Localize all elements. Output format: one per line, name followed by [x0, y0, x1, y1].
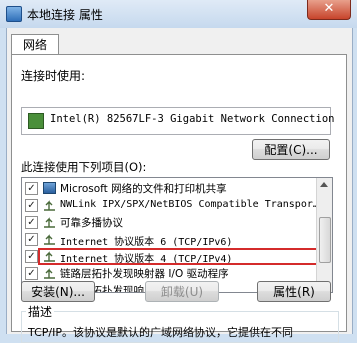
adapter-display: Intel(R) 82567LF-3 Gigabit Network Conne…	[21, 107, 335, 135]
protocol-icon	[44, 217, 55, 228]
network-tab-panel: 连接时使用: Intel(R) 82567LF-3 Gigabit Networ…	[11, 54, 347, 343]
item-label: 链路层拓扑发现映射器 I/O 驱动程序	[60, 268, 229, 280]
item-label: Microsoft 网络的文件和打印机共享	[60, 183, 227, 195]
properties-button[interactable]: 属性(R)	[257, 281, 331, 302]
network-service-icon	[43, 182, 56, 194]
item-label: 可靠多播协议	[60, 217, 123, 229]
description-text: TCP/IP。该协议是默认的广域网络协议，它提供在不同	[28, 326, 293, 339]
install-button[interactable]: 安装(N)...	[21, 281, 95, 302]
scroll-up-icon[interactable]	[320, 182, 328, 187]
list-item-selected[interactable]: ✓ Internet 协议版本 4 (TCP/IPv4)	[22, 248, 324, 265]
uninstall-button[interactable]: 卸载(U)	[145, 281, 219, 302]
item-label: Internet 协议版本 6 (TCP/IPv6)	[60, 237, 233, 248]
connect-using-label: 连接时使用:	[21, 69, 86, 83]
checkbox[interactable]: ✓	[25, 250, 38, 263]
window-title: 本地连接 属性	[27, 8, 103, 22]
item-label: NWLink IPX/SPX/NetBIOS Compatible Transp…	[60, 199, 319, 210]
checkbox[interactable]: ✓	[25, 216, 38, 229]
protocol-icon	[44, 200, 55, 211]
adapter-name: Intel(R) 82567LF-3 Gigabit Network Conne…	[50, 113, 335, 125]
checkbox[interactable]: ✓	[25, 199, 38, 212]
scroll-thumb[interactable]	[319, 217, 331, 263]
items-label: 此连接使用下列项目(O):	[21, 160, 147, 174]
list-item[interactable]: ✓ 可靠多播协议	[22, 214, 317, 231]
list-item[interactable]: ✓ 链路层拓扑发现映射器 I/O 驱动程序	[22, 265, 317, 282]
list-item[interactable]: ✓ NWLink IPX/SPX/NetBIOS Compatible Tran…	[22, 197, 319, 214]
description-title: 描述	[26, 303, 55, 320]
checkbox[interactable]: ✓	[25, 233, 38, 246]
protocol-icon	[44, 268, 55, 279]
tab-network[interactable]: 网络	[11, 34, 59, 55]
vertical-scrollbar[interactable]	[316, 178, 332, 292]
items-list[interactable]: ✓ Microsoft 网络的文件和打印机共享 ✓ NWLink IPX/SPX…	[21, 177, 333, 293]
network-connection-icon	[6, 6, 22, 22]
checkbox[interactable]: ✓	[25, 267, 38, 280]
network-adapter-icon	[28, 113, 44, 129]
title-bar[interactable]: 本地连接 属性 ✕	[0, 0, 357, 28]
list-item[interactable]: ✓ Internet 协议版本 6 (TCP/IPv6)	[22, 231, 317, 248]
list-item[interactable]: ✓ Microsoft 网络的文件和打印机共享	[22, 180, 317, 197]
close-button[interactable]: ✕	[307, 0, 351, 20]
protocol-icon	[44, 234, 55, 245]
checkbox[interactable]: ✓	[25, 182, 38, 195]
properties-dialog: 网络 连接时使用: Intel(R) 82567LF-3 Gigabit Net…	[6, 28, 353, 343]
description-group: 描述 TCP/IP。该协议是默认的广域网络协议，它提供在不同	[21, 303, 339, 343]
configure-button[interactable]: 配置(C)...	[252, 139, 330, 160]
highlight-box	[38, 248, 324, 265]
